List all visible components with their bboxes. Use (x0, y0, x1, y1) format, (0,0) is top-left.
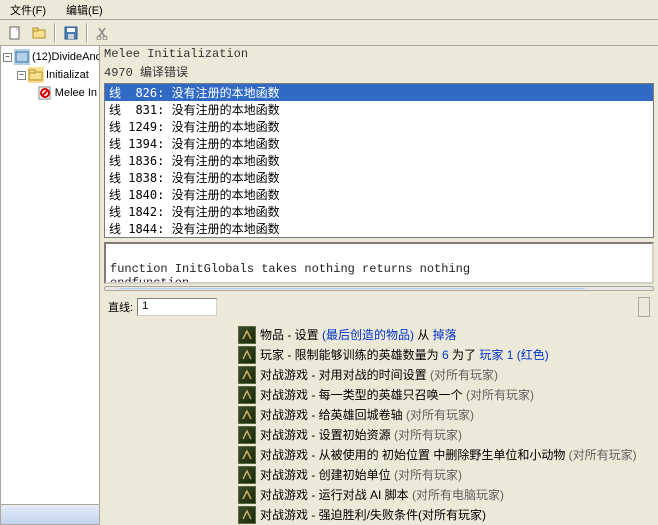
menu-edit[interactable]: 编辑(E) (60, 0, 109, 20)
main-panel: Melee Initialization 4970 编译错误 线 826: 没有… (100, 46, 658, 525)
code-view[interactable]: function InitGlobals takes nothing retur… (104, 242, 654, 284)
error-row[interactable]: 线 1844: 没有注册的本地函数 (105, 220, 653, 237)
horizontal-scrollbar[interactable] (104, 286, 654, 291)
line-label: 直线: (108, 299, 133, 315)
action-icon (238, 366, 256, 384)
collapse-icon[interactable]: − (3, 53, 12, 62)
action-icon (238, 506, 256, 524)
error-row[interactable]: 线 1842: 没有注册的本地函数 (105, 203, 653, 220)
action-text: 对战游戏 - 对用对战的时间设置 (对所有玩家) (260, 366, 498, 383)
menu-bar: 文件(F) 编辑(E) (0, 0, 658, 20)
error-row[interactable]: 线 831: 没有注册的本地函数 (105, 101, 653, 118)
tree-folder-label: Initializat (46, 69, 89, 81)
action-row[interactable]: 玩家 - 限制能够训练的英雄数量为 6 为了 玩家 1 (红色) (238, 345, 658, 365)
error-row[interactable]: 线 1249: 没有注册的本地函数 (105, 118, 653, 135)
error-row[interactable]: 线 1394: 没有注册的本地函数 (105, 135, 653, 152)
trigger-title: Melee Initialization (100, 46, 658, 62)
error-row[interactable]: 线 1838: 没有注册的本地函数 (105, 169, 653, 186)
action-row[interactable]: 对战游戏 - 创建初始单位 (对所有玩家) (238, 465, 658, 485)
action-icon (238, 386, 256, 404)
tree-panel: − (12)DivideAndC − Initializat Melee In (0, 46, 100, 525)
error-row[interactable]: 线 1840: 没有注册的本地函数 (105, 186, 653, 203)
action-row[interactable]: 物品 - 设置 (最后创造的物品) 从 掉落 (238, 325, 658, 345)
action-row[interactable]: 对战游戏 - 设置初始资源 (对所有玩家) (238, 425, 658, 445)
action-text: 对战游戏 - 运行对战 AI 脚本 (对所有电脑玩家) (260, 486, 504, 503)
status-bar: 直线: 1 (100, 293, 658, 321)
toolbar (0, 20, 658, 46)
action-text: 对战游戏 - 强迫胜利/失败条件(对所有玩家) (260, 506, 486, 523)
error-row[interactable]: 线 1836: 没有注册的本地函数 (105, 152, 653, 169)
trigger-actions: 物品 - 设置 (最后创造的物品) 从 掉落玩家 - 限制能够训练的英雄数量为 … (238, 325, 658, 525)
action-icon (238, 426, 256, 444)
action-text: 玩家 - 限制能够训练的英雄数量为 6 为了 玩家 1 (红色) (260, 346, 549, 363)
action-text: 对战游戏 - 每一类型的英雄只召唤一个 (对所有玩家) (260, 386, 534, 403)
folder-icon (28, 67, 44, 83)
action-text: 对战游戏 - 创建初始单位 (对所有玩家) (260, 466, 462, 483)
tree-root-label: (12)DivideAndC (32, 51, 99, 63)
tree-item-label: Melee In (55, 87, 97, 99)
save-button[interactable] (60, 22, 82, 44)
tree-root[interactable]: − (12)DivideAndC (3, 48, 97, 66)
action-row[interactable]: 对战游戏 - 每一类型的英雄只召唤一个 (对所有玩家) (238, 385, 658, 405)
action-icon (238, 326, 256, 344)
action-text: 物品 - 设置 (最后创造的物品) 从 掉落 (260, 326, 457, 343)
scrollbar-thumb[interactable] (119, 288, 585, 289)
menu-file[interactable]: 文件(F) (4, 0, 52, 20)
action-row[interactable]: 对战游戏 - 运行对战 AI 脚本 (对所有电脑玩家) (238, 485, 658, 505)
tree-footer (1, 504, 99, 524)
cut-button[interactable] (92, 22, 114, 44)
action-icon (238, 346, 256, 364)
new-folder-button[interactable] (28, 22, 50, 44)
action-text: 对战游戏 - 给英雄回城卷轴 (对所有玩家) (260, 406, 474, 423)
error-list[interactable]: 线 826: 没有注册的本地函数线 831: 没有注册的本地函数线 1249: … (104, 83, 654, 238)
action-row[interactable]: 对战游戏 - 强迫胜利/失败条件(对所有玩家) (238, 505, 658, 525)
action-row[interactable]: 对战游戏 - 对用对战的时间设置 (对所有玩家) (238, 365, 658, 385)
action-row[interactable]: 对战游戏 - 给英雄回城卷轴 (对所有玩家) (238, 405, 658, 425)
map-icon (14, 49, 30, 65)
collapse-icon[interactable]: − (17, 71, 26, 80)
action-text: 对战游戏 - 从被使用的 初始位置 中删除野生单位和小动物 (对所有玩家) (260, 446, 637, 463)
tree-folder[interactable]: − Initializat (3, 66, 97, 84)
trigger-disabled-icon (37, 85, 53, 101)
action-icon (238, 466, 256, 484)
line-number: 1 (137, 298, 217, 316)
action-text: 对战游戏 - 设置初始资源 (对所有玩家) (260, 426, 462, 443)
action-icon (238, 486, 256, 504)
error-row[interactable]: 线 826: 没有注册的本地函数 (105, 84, 653, 101)
action-icon (238, 446, 256, 464)
dialog-button[interactable] (638, 297, 650, 317)
tree-item[interactable]: Melee In (3, 84, 97, 102)
compile-error-count: 4970 编译错误 (100, 62, 658, 81)
action-icon (238, 406, 256, 424)
action-row[interactable]: 对战游戏 - 从被使用的 初始位置 中删除野生单位和小动物 (对所有玩家) (238, 445, 658, 465)
new-button[interactable] (4, 22, 26, 44)
